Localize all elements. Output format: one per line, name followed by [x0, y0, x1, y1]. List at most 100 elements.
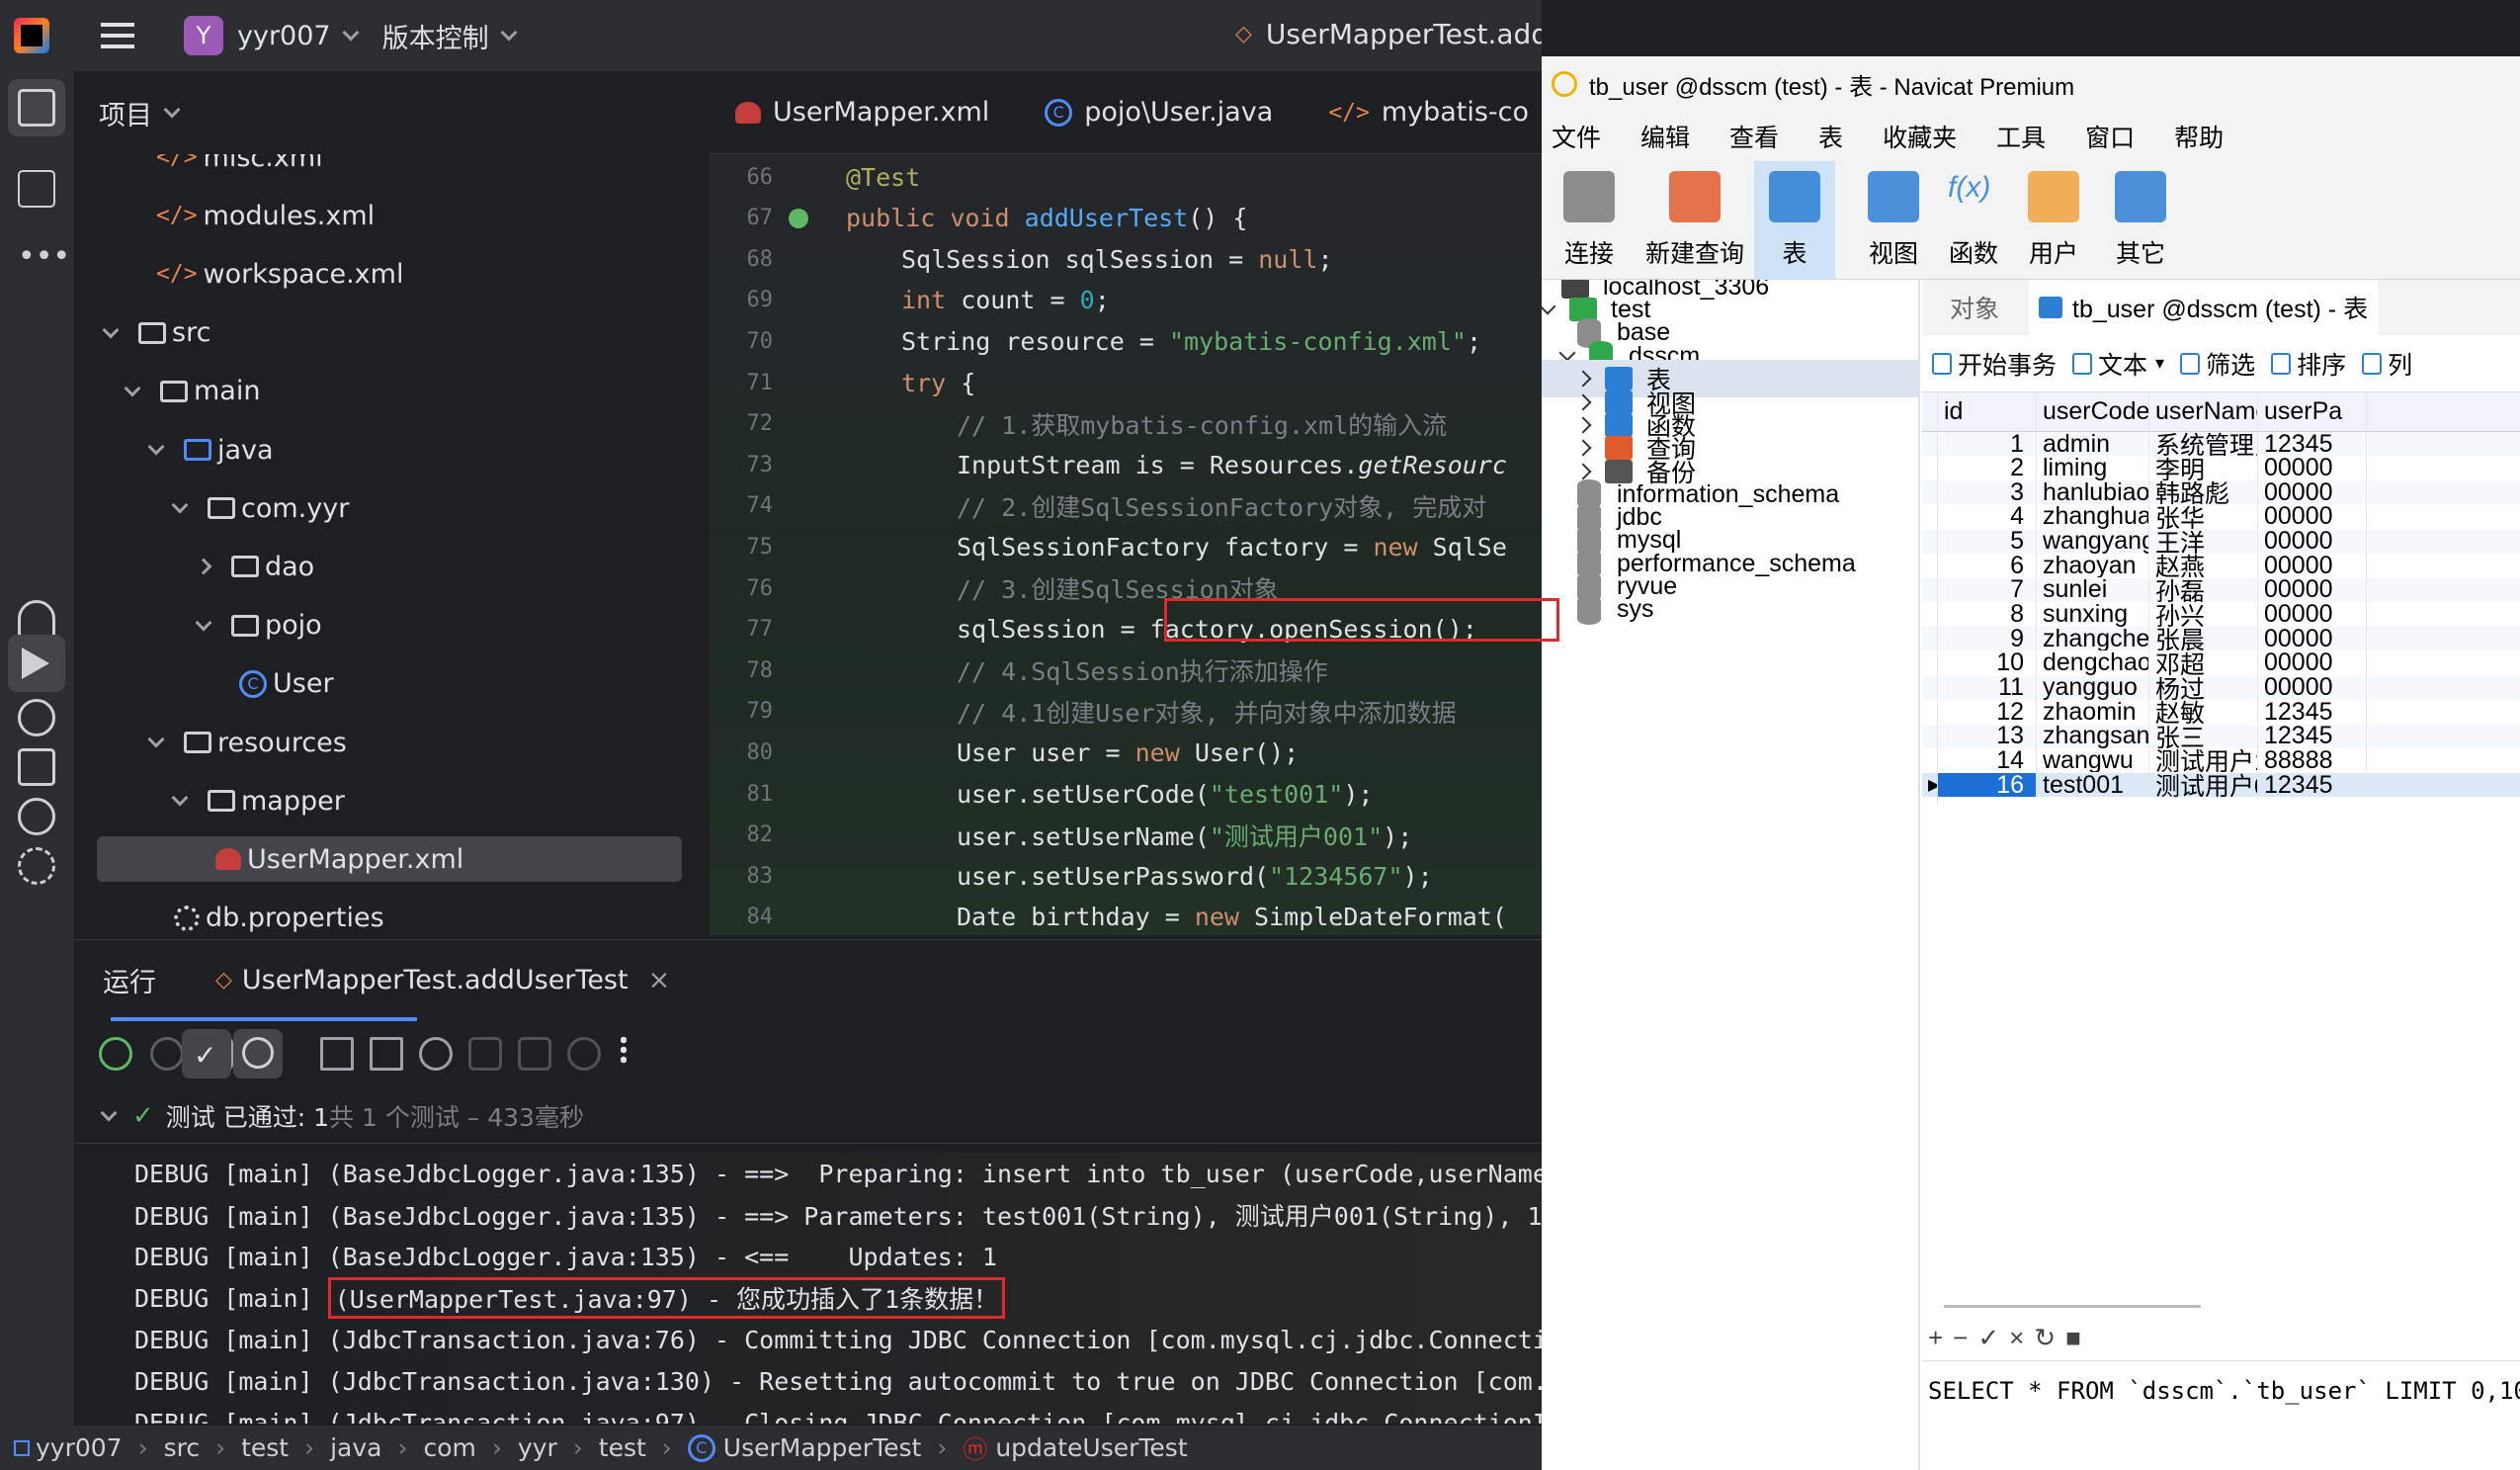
table-row[interactable]: 11 yangguo 杨过 00000 [1922, 667, 2520, 708]
breadcrumb-item[interactable]: src [164, 1433, 201, 1462]
more-horizontal-icon[interactable]: ••• [18, 239, 70, 274]
table-cell[interactable]: 孙兴 [2149, 602, 2258, 627]
table-cell[interactable]: zhangchen [2037, 627, 2149, 651]
project-badge[interactable]: Y [184, 16, 223, 55]
rerun-icon[interactable] [99, 1037, 132, 1071]
grid-toolbar-button[interactable]: 文本 ▾ [2072, 346, 2164, 382]
gauge-icon[interactable] [567, 1037, 601, 1071]
table-cell[interactable]: wangwu [2037, 748, 2149, 773]
table-row[interactable]: 2 liming 李明 00000 [1922, 448, 2520, 488]
table-cell[interactable]: 张三 [2149, 724, 2258, 748]
table-cell[interactable]: 李明 [2149, 456, 2258, 480]
project-panel-header[interactable]: 项目 [75, 71, 708, 154]
table-cell[interactable]: 王洋 [2149, 529, 2258, 554]
breadcrumb-item[interactable]: yyr007 [36, 1433, 123, 1462]
table-row[interactable]: ▶16test001测试用户00112345 [1922, 765, 2520, 806]
run-config-tab[interactable]: UserMapperTest.addUserTest [242, 965, 629, 995]
h-scrollbar[interactable] [1944, 1305, 2201, 1308]
table-row[interactable]: 13 zhangsan 张三 12345 [1922, 716, 2520, 756]
chevron-down-icon[interactable] [147, 438, 165, 456]
table-cell[interactable]: 张晨 [2149, 627, 2258, 651]
tree-item[interactable]: mapper [171, 778, 345, 823]
breadcrumb-item[interactable]: java [330, 1433, 381, 1462]
table-cell[interactable]: sunlei [2037, 577, 2149, 602]
build-icon[interactable] [18, 600, 55, 638]
more-icon[interactable] [621, 1035, 627, 1065]
camera-icon[interactable] [468, 1037, 502, 1071]
table-cell[interactable]: sunxing [2037, 602, 2149, 627]
table-cell[interactable]: 1 [1938, 432, 2037, 456]
tree-item[interactable]: </> workspace.xml [156, 251, 403, 297]
table-cell[interactable]: 8 [1938, 602, 2037, 627]
tree-item[interactable]: src [102, 310, 210, 356]
tree-item[interactable]: C User [239, 661, 334, 707]
table-row[interactable]: 8 sunxing 孙兴 00000 [1922, 594, 2520, 635]
run-tab-label[interactable]: 运行 [103, 961, 156, 999]
table-cell[interactable]: 邓超 [2149, 650, 2258, 675]
table-cell[interactable]: dengchao [2037, 650, 2149, 675]
table-cell[interactable]: 7 [1938, 577, 2037, 602]
table-row[interactable]: 10 dengchao 邓超 00000 [1922, 643, 2520, 683]
table-cell[interactable]: 10 [1938, 650, 2037, 675]
editor-tab[interactable]: </> mybatis-co [1328, 97, 1529, 128]
table-cell[interactable]: hanlubiao [2037, 480, 2149, 505]
menu-item[interactable]: 表 [1818, 119, 1843, 154]
data-grid[interactable]: iduserCodeuserNameuserPa1admin系统管理员12345… [1922, 391, 2520, 907]
table-cell[interactable]: wangyang [2037, 529, 2149, 554]
tree-item[interactable]: db.properties [174, 896, 384, 935]
editor-tab[interactable]: UserMapper.xml [735, 97, 989, 128]
table-cell[interactable]: 00000 [2258, 529, 2367, 554]
table-cell[interactable]: 2 [1938, 456, 2037, 480]
table-row[interactable]: 1admin系统管理员12345 [1922, 424, 2520, 464]
chevron-down-icon[interactable] [171, 789, 189, 807]
table-cell[interactable]: 00000 [2258, 504, 2367, 529]
chevron-down-icon[interactable] [195, 614, 212, 632]
editor-tab[interactable]: Cpojo\User.java [1045, 97, 1273, 128]
table-row[interactable]: 3 hanlubiao 韩路彪 00000 [1922, 473, 2520, 513]
close-icon[interactable]: × [648, 965, 671, 995]
grid-toolbar-button[interactable]: 开始事务 [1932, 346, 2057, 382]
toolbar-new-query-button[interactable]: 新建查询 [1636, 161, 1754, 280]
menu-item[interactable]: 编辑 [1640, 119, 1690, 154]
chevron-down-icon[interactable] [124, 380, 141, 397]
table-cell[interactable]: liming [2037, 456, 2149, 480]
table-row[interactable]: 4 zhanghua 张华 00000 [1922, 496, 2520, 537]
table-cell[interactable]: 5 [1938, 529, 2037, 554]
menu-item[interactable]: 窗口 [2085, 119, 2135, 154]
history-icon[interactable] [419, 1037, 453, 1071]
chevron-down-icon[interactable] [1542, 298, 1556, 315]
table-cell[interactable]: 张华 [2149, 504, 2258, 529]
column-header[interactable]: userCode [2037, 391, 2149, 432]
grid-toolbar-button[interactable]: 排序 [2271, 346, 2346, 382]
table-cell[interactable]: 孙磊 [2149, 577, 2258, 602]
table-row[interactable]: 5 wangyang 王洋 00000 [1922, 521, 2520, 562]
toolbar-other-button[interactable]: 其它 [2081, 161, 2200, 280]
table-cell[interactable]: 杨过 [2149, 675, 2258, 700]
table-cell[interactable]: test001 [2037, 773, 2149, 798]
table-cell[interactable]: 6 [1938, 554, 2037, 578]
table-cell[interactable]: 12345 [2258, 432, 2367, 456]
record-nav-icons[interactable]: +−✓×↻■ [1928, 1323, 2091, 1353]
table-cell[interactable]: zhaoyan [2037, 554, 2149, 578]
column-header[interactable]: userPa [2258, 391, 2367, 432]
table-cell[interactable]: yangguo [2037, 675, 2149, 700]
code-area[interactable]: 66 @Test 67 public void addUserTest() {68 Sq… [710, 154, 1542, 935]
problems-icon[interactable] [18, 798, 55, 835]
column-header[interactable]: id [1938, 391, 2037, 432]
table-cell[interactable]: zhangsan [2037, 724, 2149, 748]
table-cell[interactable]: 9 [1938, 627, 2037, 651]
menu-item[interactable]: 帮助 [2174, 119, 2224, 154]
table-cell[interactable]: 系统管理员 [2149, 432, 2258, 456]
tree-item[interactable]: java [147, 427, 274, 473]
grid-toolbar-button[interactable]: 列 [2362, 346, 2412, 382]
tab-objects[interactable]: 对象 [1950, 290, 1999, 325]
main-menu-icon[interactable] [101, 23, 134, 48]
table-cell[interactable]: 12345 [2258, 724, 2367, 748]
console-output[interactable]: DEBUG [main] (BaseJdbcLogger.java:135) -… [134, 1153, 1542, 1424]
table-cell[interactable]: 14 [1938, 748, 2037, 773]
table-row[interactable]: 9zhangchen张晨00000 [1922, 619, 2520, 659]
table-cell[interactable]: 赵燕 [2149, 554, 2258, 578]
tree-item[interactable]: UserMapper.xml [97, 836, 682, 883]
table-cell[interactable]: 00000 [2258, 627, 2367, 651]
folder-icon[interactable] [18, 89, 55, 127]
